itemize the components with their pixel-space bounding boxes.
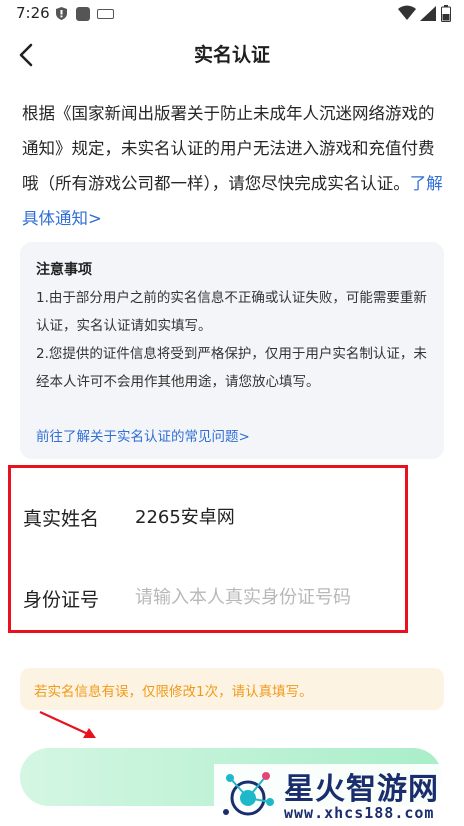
id-label: 身份证号 xyxy=(23,589,100,611)
name-row: 真实姓名 xyxy=(11,478,405,556)
status-time: 7:26 xyxy=(16,4,50,22)
watermark-brand: 星火智游网 xyxy=(284,772,439,807)
wifi-icon xyxy=(398,5,416,20)
name-input[interactable] xyxy=(135,498,395,534)
status-bar: 7:26 xyxy=(0,0,464,28)
warning-text: 若实名信息有误，仅限修改1次，请认真填写。 xyxy=(34,684,313,700)
page-title: 实名认证 xyxy=(193,44,270,66)
name-label: 真实姓名 xyxy=(23,508,100,530)
id-form: 真实姓名 身份证号 xyxy=(8,465,408,633)
faq-link[interactable]: 前往了解关于实名认证的常见问题> xyxy=(36,425,250,445)
network-logo-icon xyxy=(223,772,274,816)
header: 实名认证 xyxy=(0,28,464,80)
id-row: 身份证号 xyxy=(11,559,405,637)
shield-icon xyxy=(56,7,67,20)
intro-text: 根据《国家新闻出版署关于防止未成年人沉迷网络游戏的通知》规定，未实名认证的用户无… xyxy=(22,96,444,236)
battery-icon xyxy=(441,5,451,22)
warning-banner: 若实名信息有误，仅限修改1次，请认真填写。 xyxy=(20,668,444,710)
intro-body: 根据《国家新闻出版署关于防止未成年人沉迷网络游戏的通知》规定，未实名认证的用户无… xyxy=(22,104,435,193)
signal-icon xyxy=(420,6,436,21)
watermark-domain: www.xhcs188.com xyxy=(284,804,435,822)
app-square-icon xyxy=(76,7,90,21)
notice-box: 注意事项 1.由于部分用户之前的实名信息不正确或认证失败，可能需要重新认证，实名… xyxy=(20,242,444,459)
keyboard-icon xyxy=(97,9,114,19)
notice-title: 注意事项 xyxy=(36,262,92,278)
notice-item: 2.您提供的证件信息将受到严格保护，仅用于用户实名制认证，未经本人许可不会用作其… xyxy=(36,346,427,390)
id-number-input[interactable] xyxy=(135,579,395,615)
notice-item: 1.由于部分用户之前的实名信息不正确或认证失败，可能需要重新认证，实名认证请如实… xyxy=(36,290,427,334)
watermark: 星火智游网 www.xhcs188.com xyxy=(214,764,464,826)
red-arrow-icon xyxy=(39,711,96,738)
